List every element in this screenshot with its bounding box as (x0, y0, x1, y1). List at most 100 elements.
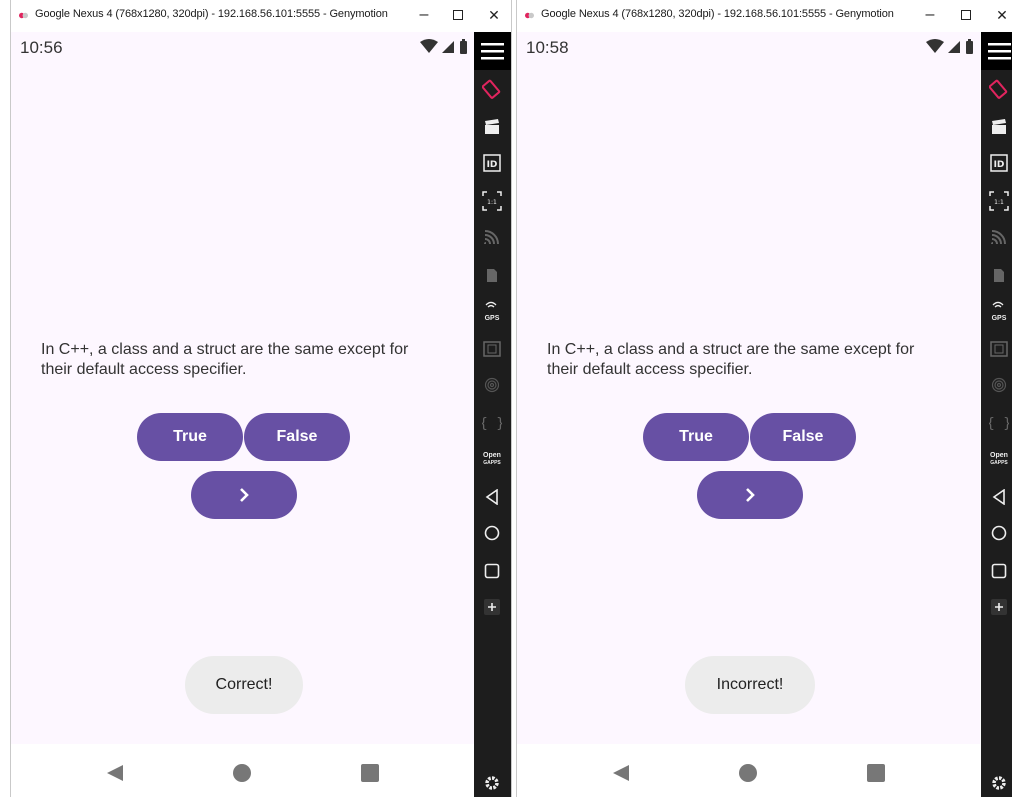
shell-button[interactable]: { } (480, 412, 504, 434)
toolbar-back-button[interactable] (987, 486, 1011, 508)
genymotion-logo-icon (19, 12, 28, 19)
wifi-icon (926, 39, 944, 53)
device-id-button[interactable]: ID (480, 152, 504, 174)
battery-icon (460, 41, 467, 54)
battery-icon (966, 41, 973, 54)
window-titlebar[interactable]: Google Nexus 4 (768x1280, 320dpi) - 192.… (517, 0, 1012, 32)
plus-icon (484, 599, 500, 615)
window-titlebar[interactable]: Google Nexus 4 (768x1280, 320dpi) - 192.… (11, 0, 511, 32)
add-widget-button[interactable] (987, 596, 1011, 618)
gear-icon (485, 776, 499, 790)
close-button[interactable]: ✕ (991, 6, 1012, 24)
settings-button[interactable] (480, 772, 504, 794)
sim-card-icon (487, 268, 497, 282)
svg-text:1:1: 1:1 (487, 199, 497, 206)
film-strip-icon (483, 341, 501, 357)
recents-square-icon (484, 563, 500, 579)
status-bar: 10:58 (517, 32, 980, 62)
cast-icon (991, 230, 1006, 245)
cast-button[interactable] (480, 226, 504, 248)
maximize-button[interactable] (447, 6, 469, 24)
question-text: In C++, a class and a struct are the sam… (547, 341, 915, 378)
signal-icon (442, 41, 454, 53)
status-bar: 10:56 (11, 32, 474, 62)
open-gapps-button[interactable]: Open GAPPS (987, 448, 1011, 470)
false-button[interactable]: False (244, 413, 350, 461)
cast-button[interactable] (987, 226, 1011, 248)
maximize-button[interactable] (955, 6, 977, 24)
sim-card-button[interactable] (987, 264, 1011, 286)
next-button[interactable] (191, 471, 297, 519)
svg-text:{ }: { } (989, 416, 1009, 431)
gps-icon (485, 301, 497, 307)
toolbar-recents-button[interactable] (480, 560, 504, 582)
wifi-icon (420, 39, 438, 53)
media-button[interactable] (480, 338, 504, 360)
back-triangle-icon (485, 489, 498, 505)
nav-back-icon[interactable] (612, 764, 630, 782)
svg-text:ID: ID (487, 160, 498, 170)
open-gapps-button[interactable]: Open GAPPS (480, 448, 504, 470)
gps-button[interactable]: GPS (987, 300, 1011, 322)
screencast-button[interactable] (480, 116, 504, 138)
window-title: Google Nexus 4 (768x1280, 320dpi) - 192.… (35, 8, 388, 20)
braces-icon: { } (482, 416, 502, 431)
window-title: Google Nexus 4 (768x1280, 320dpi) - 192.… (541, 8, 894, 20)
question-text: In C++, a class and a struct are the sam… (41, 341, 409, 378)
chevron-right-icon (240, 488, 249, 502)
biometrics-button[interactable] (987, 374, 1011, 396)
result-toast: Incorrect! (685, 656, 815, 714)
shell-button[interactable]: { } (987, 412, 1011, 434)
chevron-right-icon (746, 488, 755, 502)
gps-button[interactable]: GPS (480, 300, 504, 322)
result-toast: Correct! (185, 656, 303, 714)
add-widget-button[interactable] (480, 596, 504, 618)
id-icon: ID (483, 154, 501, 172)
film-strip-icon (990, 341, 1008, 357)
next-button[interactable] (697, 471, 803, 519)
gapps-label: GAPPS (483, 459, 501, 466)
maximize-icon (961, 10, 971, 20)
pixel-perfect-button[interactable]: 1:1 (480, 190, 504, 212)
signal-icon (948, 41, 960, 53)
menu-button[interactable] (981, 32, 1012, 70)
nav-recents-icon[interactable] (867, 764, 885, 782)
fingerprint-icon (484, 377, 500, 393)
toolbar-recents-button[interactable] (987, 560, 1011, 582)
recents-square-icon (991, 563, 1007, 579)
nav-back-icon[interactable] (106, 764, 124, 782)
gear-icon (992, 776, 1006, 790)
rotate-button[interactable] (987, 78, 1011, 100)
screencast-button[interactable] (987, 116, 1011, 138)
media-button[interactable] (987, 338, 1011, 360)
nav-recents-icon[interactable] (361, 764, 379, 782)
status-icons (420, 39, 467, 54)
svg-text:{ }: { } (482, 416, 502, 431)
nav-home-icon[interactable] (233, 764, 251, 782)
minimize-button[interactable]: – (413, 6, 435, 24)
false-button[interactable]: False (750, 413, 856, 461)
open-label: Open (990, 451, 1008, 459)
true-button[interactable]: True (643, 413, 749, 461)
genymotion-toolbar: ID 1:1 GPS { } Open GAPPS (981, 32, 1012, 797)
menu-button[interactable] (474, 32, 511, 70)
true-button[interactable]: True (137, 413, 243, 461)
minimize-button[interactable]: – (919, 6, 941, 24)
toolbar-home-button[interactable] (480, 522, 504, 544)
hamburger-icon (481, 43, 504, 60)
toolbar-home-button[interactable] (987, 522, 1011, 544)
android-nav-bar (517, 744, 980, 797)
settings-button[interactable] (987, 772, 1011, 794)
device-id-button[interactable]: ID (987, 152, 1011, 174)
rotate-icon (989, 79, 1008, 99)
toolbar-back-button[interactable] (480, 486, 504, 508)
pixel-perfect-button[interactable]: 1:1 (987, 190, 1011, 212)
rotate-button[interactable] (480, 78, 504, 100)
braces-icon: { } (989, 416, 1009, 431)
nav-home-icon[interactable] (739, 764, 757, 782)
open-label: Open (483, 451, 501, 459)
sim-card-button[interactable] (480, 264, 504, 286)
gps-icon (992, 301, 1004, 307)
close-button[interactable]: ✕ (483, 6, 505, 24)
biometrics-button[interactable] (480, 374, 504, 396)
